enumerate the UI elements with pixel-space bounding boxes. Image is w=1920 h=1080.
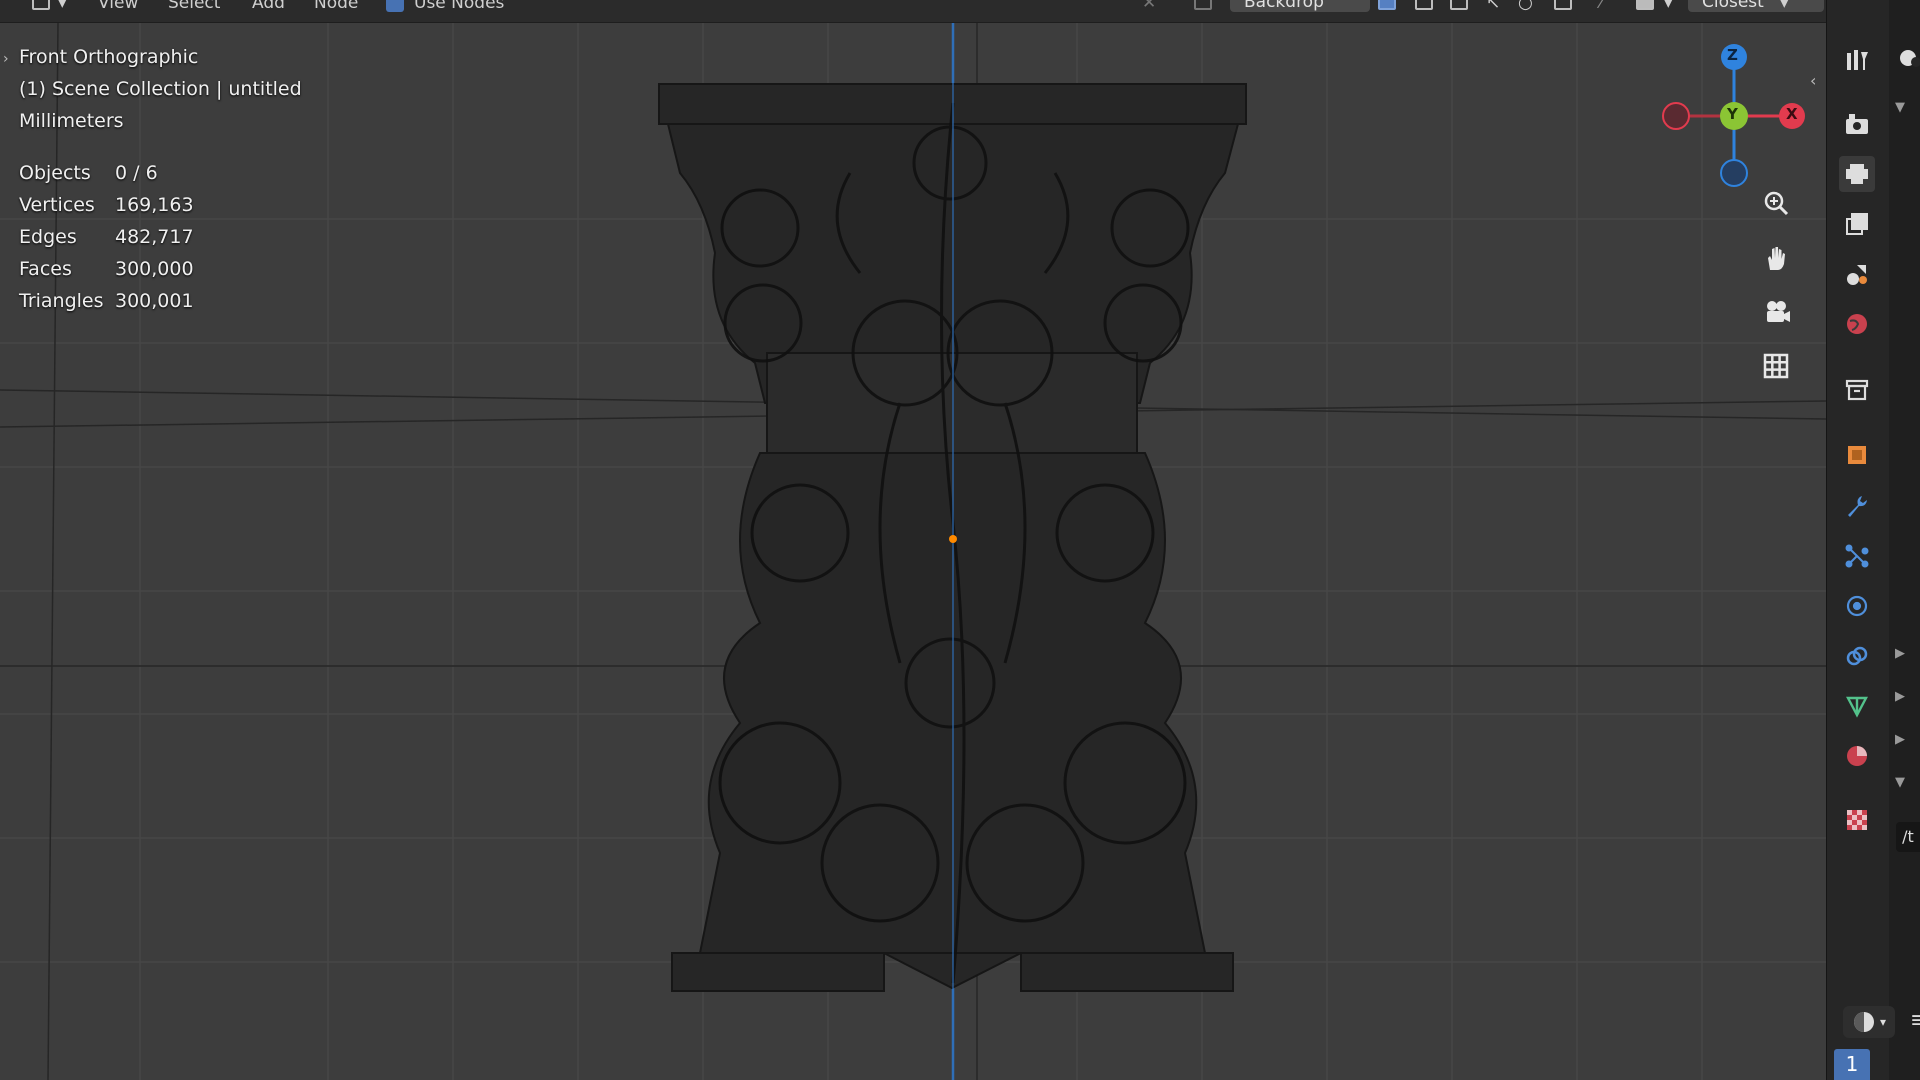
select-tool-icon[interactable]: ↖ [1486, 0, 1500, 13]
panel-expand-arrow-icon[interactable]: ▼ [1895, 100, 1905, 115]
physics-icon[interactable] [1839, 588, 1875, 624]
chevron-down-icon: ▾ [1879, 1015, 1887, 1029]
menu-view[interactable]: View [98, 0, 138, 13]
render-icon[interactable] [1839, 106, 1875, 142]
menu-add[interactable]: Add [252, 0, 285, 13]
ortho-grid-icon[interactable] [1762, 352, 1808, 398]
channel-rgb-icon[interactable] [1450, 0, 1468, 10]
zoom-icon[interactable] [1762, 189, 1808, 235]
pan-hand-icon[interactable] [1762, 244, 1808, 290]
view-layer-icon[interactable] [1839, 206, 1875, 242]
gizmo-x-label[interactable]: X [1786, 105, 1798, 123]
toolbar-expand-icon[interactable]: › [3, 51, 9, 67]
output-icon[interactable] [1839, 156, 1875, 192]
menu-lines-icon[interactable]: ≡ [1910, 1008, 1920, 1033]
use-nodes-label: Use Nodes [414, 0, 505, 13]
stat-vertices: Vertices 169,163 [19, 194, 194, 216]
view-name: Front Orthographic [19, 46, 199, 68]
backdrop-button[interactable]: Backdrop [1230, 0, 1370, 12]
sidebar-toggle-icon[interactable]: ‹ [1810, 71, 1816, 90]
snap-icon[interactable] [1636, 0, 1654, 10]
channel-color-icon[interactable] [1378, 0, 1396, 10]
shading-sphere-icon [1853, 1012, 1874, 1032]
stat-triangles: Triangles 300,001 [19, 290, 194, 312]
tool-icon[interactable] [1839, 42, 1875, 78]
constraints-icon[interactable] [1839, 638, 1875, 674]
snap-dropdown-icon[interactable]: ▾ [1664, 0, 1673, 13]
partial-path-field[interactable]: /t [1896, 822, 1920, 852]
menu-node[interactable]: Node [314, 0, 358, 13]
circle-select-icon[interactable]: ○ [1518, 0, 1533, 13]
link-icon[interactable]: ⁄ [1600, 0, 1603, 13]
panel-collapsed-arrow-icon[interactable]: ▶ [1895, 689, 1905, 704]
panel-collapsed-arrow-icon[interactable]: ▶ [1895, 646, 1905, 661]
stat-objects: Objects 0 / 6 [19, 162, 158, 184]
properties-header-icon[interactable] [1896, 40, 1920, 76]
panel-expand-arrow-icon[interactable]: ▼ [1895, 775, 1905, 790]
overlay-toggle-icon[interactable] [1194, 0, 1212, 10]
collection-icon[interactable] [1839, 372, 1875, 408]
world-icon[interactable] [1839, 306, 1875, 342]
panel-collapsed-arrow-icon[interactable]: ▶ [1895, 732, 1905, 747]
texture-icon[interactable] [1839, 802, 1875, 838]
menu-select[interactable]: Select [168, 0, 220, 13]
use-nodes-checkbox[interactable] [386, 0, 404, 12]
current-frame-badge[interactable]: 1 [1834, 1049, 1870, 1080]
stat-edges: Edges 482,717 [19, 226, 194, 248]
box-select-icon[interactable] [1554, 0, 1572, 10]
material-icon[interactable] [1839, 738, 1875, 774]
particles-icon[interactable] [1839, 538, 1875, 574]
origin-point [949, 535, 957, 543]
camera-view-icon[interactable] [1762, 298, 1808, 344]
editor-type-icon[interactable] [32, 0, 50, 10]
viewport-info: Front Orthographic (1) Scene Collection … [19, 41, 302, 317]
channel-alpha-icon[interactable] [1415, 0, 1433, 10]
collection-info: (1) Scene Collection | untitled [19, 78, 302, 100]
shading-dropdown[interactable]: ▾ [1843, 1006, 1895, 1038]
gizmo-z-label[interactable]: Z [1727, 46, 1738, 64]
object-icon[interactable] [1839, 437, 1875, 473]
scene-icon[interactable] [1839, 256, 1875, 292]
modifier-icon[interactable] [1839, 488, 1875, 524]
snap-target-dropdown[interactable]: Closest [1688, 0, 1824, 12]
pin-icon[interactable]: ✕ [1142, 0, 1156, 13]
3d-viewport[interactable]: Z Y X › Front Orthographic (1) Scene Col… [0, 23, 1826, 1080]
gizmo-y-label[interactable]: Y [1727, 105, 1738, 123]
viewport-header: ▾ View Select Add Node Use Nodes ✕ Backd… [0, 0, 1826, 23]
editor-type-dropdown-icon[interactable]: ▾ [58, 0, 67, 13]
stat-faces: Faces 300,000 [19, 258, 194, 280]
data-icon[interactable] [1839, 688, 1875, 724]
unit-info: Millimeters [19, 110, 124, 132]
snap-target-dropdown-icon[interactable]: ▾ [1780, 0, 1789, 13]
